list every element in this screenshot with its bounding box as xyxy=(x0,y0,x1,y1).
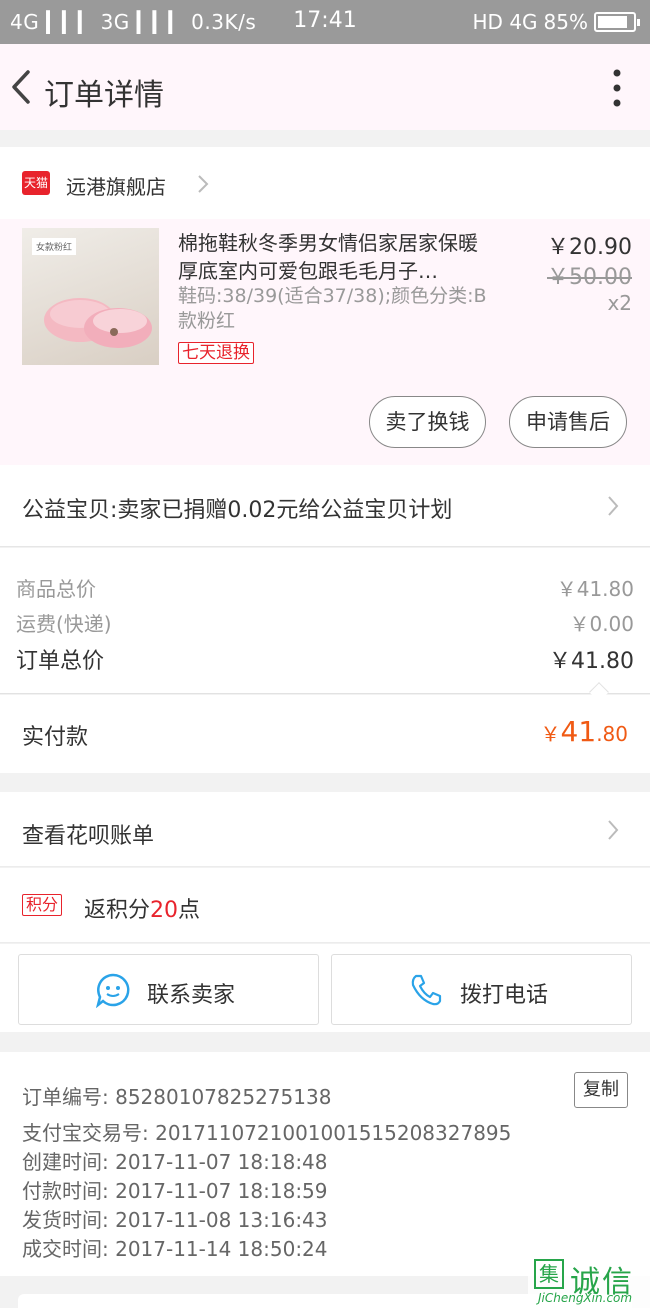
goods-total-value: ￥41.80 xyxy=(556,577,634,601)
watermark-url: JiChengXin.com xyxy=(538,1291,633,1305)
shipping-label: 运费(快递) xyxy=(16,612,112,636)
actual-payment-amount: ￥41.80 xyxy=(541,715,628,748)
product-price: ￥20.90 xyxy=(547,235,632,260)
contact-seller-label: 联系卖家 xyxy=(147,983,236,1008)
shipping-row: 运费(快递) ￥0.00 xyxy=(16,608,634,637)
contact-seller-button[interactable]: 联系卖家 xyxy=(18,954,319,1025)
call-phone-button[interactable]: 拨打电话 xyxy=(331,954,632,1025)
product-spec: 鞋码:38/39(适合37/38);颜色分类:B款粉红 xyxy=(178,285,487,332)
page-title: 订单详情 xyxy=(44,78,164,113)
charity-text: 公益宝贝:卖家已捐赠0.02元给公益宝贝计划 xyxy=(22,498,453,523)
completed-time: 成交时间: 2017-11-14 18:50:24 xyxy=(22,1237,328,1261)
goods-total-label: 商品总价 xyxy=(16,577,96,601)
thumbnail-tag: 女款粉红 xyxy=(32,238,77,255)
return-policy-badge: 七天退换 xyxy=(178,342,254,364)
goods-total-row: 商品总价 ￥41.80 xyxy=(16,573,634,602)
product-quantity: x2 xyxy=(607,291,632,315)
phone-icon xyxy=(411,974,442,1006)
charity-row[interactable]: 公益宝贝:卖家已捐赠0.02元给公益宝贝计划 xyxy=(0,465,650,547)
more-vertical-icon[interactable] xyxy=(612,68,622,108)
nav-bar: 订单详情 xyxy=(0,44,650,130)
resell-button[interactable]: 卖了换钱 xyxy=(369,396,486,448)
battery-percent: 85% xyxy=(543,10,588,34)
order-total-row: 订单总价 ￥41.80 xyxy=(16,643,634,675)
points-value: 20 xyxy=(150,898,179,923)
chevron-right-icon xyxy=(198,175,209,193)
watermark-logo: 集 xyxy=(534,1259,564,1289)
points-text: 返积分20点 xyxy=(84,892,200,924)
product-thumbnail[interactable]: 女款粉红 xyxy=(22,228,159,365)
huabei-bill-label: 查看花呗账单 xyxy=(22,824,155,849)
order-item[interactable]: 女款粉红 棉拖鞋秋冬季男女情侣家居家保暖厚底室内可爱包跟毛毛月子… 鞋码:38/… xyxy=(0,219,650,465)
alipay-transaction-number: 支付宝交易号: 2017110721001001515208327895 xyxy=(22,1121,512,1145)
chevron-right-icon xyxy=(608,820,619,840)
product-title[interactable]: 棉拖鞋秋冬季男女情侣家居家保暖厚底室内可爱包跟毛毛月子… xyxy=(178,229,490,285)
price-summary: 商品总价 ￥41.80 运费(快递) ￥0.00 订单总价 ￥41.80 xyxy=(0,548,650,694)
copy-button[interactable]: 复制 xyxy=(574,1072,628,1108)
after-sales-button[interactable]: 申请售后 xyxy=(509,396,627,448)
huabei-bill-row[interactable]: 查看花呗账单 xyxy=(0,792,650,867)
shop-header[interactable]: 天猫 远港旗舰店 xyxy=(0,147,650,219)
order-total-label: 订单总价 xyxy=(16,649,105,674)
points-suffix: 点 xyxy=(178,898,201,923)
tmall-logo-icon: 天猫 xyxy=(22,171,50,195)
shop-name[interactable]: 远港旗舰店 xyxy=(66,171,166,200)
actual-payment-row: 实付款 ￥41.80 xyxy=(0,695,650,773)
points-row: 积分 返积分20点 xyxy=(0,868,650,943)
chat-bubble-icon xyxy=(95,973,130,1008)
amount-integer: 41 xyxy=(560,715,597,748)
status-bar: 4G ▎▎▎ 3G ▎▎▎ 0.3K/s 17:41 HD 4G 85% xyxy=(0,0,650,44)
status-network-right: HD 4G xyxy=(472,10,538,34)
order-total-value: ￥41.80 xyxy=(549,649,634,674)
created-time: 创建时间: 2017-11-07 18:18:48 xyxy=(22,1150,328,1174)
shipped-time: 发货时间: 2017-11-08 13:16:43 xyxy=(22,1208,328,1232)
contact-bar: 联系卖家 拨打电话 xyxy=(0,944,650,1032)
site-watermark: 集 诚信 JiChengXin.com xyxy=(528,1255,650,1308)
battery-icon xyxy=(594,12,640,32)
currency-symbol: ￥ xyxy=(540,722,561,746)
amount-decimal: .80 xyxy=(596,722,628,746)
back-icon[interactable] xyxy=(6,64,36,110)
paid-time: 付款时间: 2017-11-07 18:18:59 xyxy=(22,1179,328,1203)
original-price: ￥50.00 xyxy=(547,265,632,290)
order-info: 订单编号: 85280107825275138 复制 支付宝交易号: 20171… xyxy=(0,1052,650,1276)
points-badge: 积分 xyxy=(22,894,63,916)
order-number: 订单编号: 85280107825275138 xyxy=(22,1085,332,1109)
shipping-value: ￥0.00 xyxy=(569,612,634,636)
status-right: HD 4G 85% xyxy=(472,10,640,34)
chevron-right-icon xyxy=(608,496,619,516)
actual-payment-label: 实付款 xyxy=(22,725,89,750)
points-prefix: 返积分 xyxy=(84,898,151,923)
call-phone-label: 拨打电话 xyxy=(460,983,549,1008)
